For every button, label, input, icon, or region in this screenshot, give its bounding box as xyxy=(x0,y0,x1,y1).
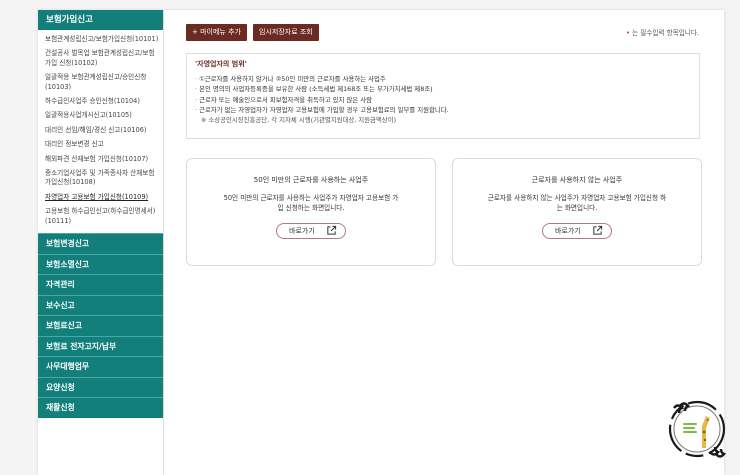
go-button-no-employees[interactable]: 바로가기 xyxy=(542,223,612,239)
sidebar-item[interactable]: 건설공사 벌목업 보험관계성립신고/보험가입 신청(10102) xyxy=(38,47,163,71)
main-content: + 마이메뉴 추가 임시저장자료 조회 • 는 필수입력 항목입니다. '자영업… xyxy=(178,10,724,475)
go-button-label: 바로가기 xyxy=(289,227,315,235)
sidebar-category[interactable]: 사무대행업무 xyxy=(38,356,163,377)
sidebar-item[interactable]: 일괄적용사업개시신고(10105) xyxy=(38,109,163,123)
page-container: 보험가입신고 보험관계성립신고/보험가입신청(10101) 건설공사 벌목업 보… xyxy=(38,10,724,475)
sidebar-category[interactable]: 보험변경신고 xyxy=(38,233,163,254)
sidebar-item-label: 보험관계성립신고/보험가입신청(10101) xyxy=(45,35,159,43)
card-description: 50인 미만의 근로자를 사용하는 사업주가 자영업자 고용보험 가입 신청하는… xyxy=(223,194,399,212)
sidebar-category[interactable]: 자격관리 xyxy=(38,274,163,295)
card-title: 근로자를 사용하지 않는 사업주 xyxy=(531,176,623,184)
required-star: • xyxy=(626,29,630,37)
required-notice: • 는 필수입력 항목입니다. xyxy=(626,27,699,37)
sidebar-header[interactable]: 보험가입신고 xyxy=(38,10,163,30)
sidebar-item[interactable]: 중소기업사업주 및 가족종사자 산재보험가입신청(10108) xyxy=(38,167,163,191)
sidebar-item-label: 자영업자 고용보험 가입신청(10109) xyxy=(45,192,149,201)
go-button-under-50[interactable]: 바로가기 xyxy=(276,223,346,239)
sidebar-item-label: 해외파견 산재보험 가입신청(10107) xyxy=(45,154,149,163)
sidebar-item[interactable]: 보험관계성립신고/보험가입신청(10101) xyxy=(38,33,163,47)
info-title: '자영업자의 범위' xyxy=(195,60,247,68)
sidebar-category[interactable]: 보수신고 xyxy=(38,294,163,316)
external-link-icon xyxy=(593,225,603,235)
sidebar-item-label: 일괄적용 보험관계성립신고/승인신청(10103) xyxy=(45,73,147,91)
option-card-under-50: 50인 미만의 근로자를 사용하는 사업주 50인 미만의 근로자를 사용하는 … xyxy=(186,158,436,266)
sidebar-category[interactable]: 보험료 전자고지/납부 xyxy=(38,335,163,357)
info-line: · 근로자 또는 예술인으로서 피보험자격을 취득하고 있지 않은 사람 xyxy=(195,95,373,104)
info-line-text: ①근로자를 사용하지 않거나 ②50인 미만의 근로자를 사용하는 사업주 xyxy=(199,75,386,83)
sidebar-category[interactable]: 보험소멸신고 xyxy=(38,253,163,275)
go-button-label: 바로가기 xyxy=(555,227,581,235)
sidebar-item-label: 대리인 선임/해임/경신 신고(10106) xyxy=(45,125,147,134)
external-link-icon xyxy=(327,225,337,235)
sidebar-item[interactable]: 대리인 정보변경 신고 xyxy=(38,138,163,152)
sidebar-item[interactable]: 고용보험 하수급인신고(하수급인명세서)(10111) xyxy=(38,205,163,229)
sidebar-item-label: 고용보험 하수급인신고(하수급인명세서)(10111) xyxy=(45,207,156,225)
option-card-no-employees: 근로자를 사용하지 않는 사업주 근로자를 사용하지 않는 사업주가 자영업자 … xyxy=(452,158,702,266)
required-notice-text: 는 필수입력 항목입니다. xyxy=(632,29,699,37)
sidebar-item-active[interactable]: 자영업자 고용보험 가입신청(10109) xyxy=(38,191,163,205)
info-note: ※ 소상공인시장진흥공단, 각 지자체 시행(기관별지원대상, 지원금액상이) xyxy=(201,116,397,125)
giraffe-mascot-logo xyxy=(668,400,727,458)
sidebar-item-label: 중소기업사업주 및 가족종사자 산재보험가입신청(10108) xyxy=(45,169,155,187)
sidebar-category[interactable]: 요양신청 xyxy=(38,376,163,398)
card-title: 50인 미만의 근로자를 사용하는 사업주 xyxy=(253,176,369,184)
info-line: · 본인 명의의 사업자등록증을 보유한 사람 (소득세법 제168조 또는 부… xyxy=(195,85,433,94)
screenshot-background: 보험가입신고 보험관계성립신고/보험가입신청(10101) 건설공사 벌목업 보… xyxy=(0,0,740,475)
info-box: '자영업자의 범위' · ①근로자를 사용하지 않거나 ②50인 미만의 근로자… xyxy=(186,53,700,139)
sidebar-item-label: 건설공사 벌목업 보험관계성립신고/보험가입 신청(10102) xyxy=(45,49,155,67)
info-line-text: 근로자 또는 예술인으로서 피보험자격을 취득하고 있지 않은 사람 xyxy=(199,95,373,104)
card-description: 근로자를 사용하지 않는 사업주가 자영업자 고용보험 가입신청 하는 화면입니… xyxy=(487,194,667,212)
add-my-menu-button[interactable]: + 마이메뉴 추가 xyxy=(186,24,247,41)
sidebar-category[interactable]: 보험료신고 xyxy=(38,315,163,336)
sidebar-item[interactable]: 해외파견 산재보험 가입신청(10107) xyxy=(38,153,163,167)
sidebar-item[interactable]: 대리인 선임/해임/경신 신고(10106) xyxy=(38,124,163,138)
sidebar-submenu: 보험관계성립신고/보험가입신청(10101) 건설공사 벌목업 보험관계성립신고… xyxy=(38,30,163,233)
sidebar-item[interactable]: 일괄적용 보험관계성립신고/승인신청(10103) xyxy=(38,71,163,95)
info-line-text: 근로자가 없는 자영업자가 자영업자 고용보험에 가입할 경우 고용보험료의 일… xyxy=(199,105,449,114)
info-line: · ①근로자를 사용하지 않거나 ②50인 미만의 근로자를 사용하는 사업주 xyxy=(195,75,386,83)
sidebar-category[interactable]: 재활신청 xyxy=(38,397,163,418)
info-line: · 근로자가 없는 자영업자가 자영업자 고용보험에 가입할 경우 고용보험료의… xyxy=(195,105,449,114)
temp-save-lookup-button[interactable]: 임시저장자료 조회 xyxy=(253,24,319,41)
sidebar-item[interactable]: 하수급인사업주 승인신청(10104) xyxy=(38,95,163,109)
sidebar-item-label: 대리인 정보변경 신고 xyxy=(45,140,104,149)
sidebar: 보험가입신고 보험관계성립신고/보험가입신청(10101) 건설공사 벌목업 보… xyxy=(38,10,164,475)
sidebar-item-label: 일괄적용사업개시신고(10105) xyxy=(45,111,132,120)
info-line-text: 본인 명의의 사업자등록증을 보유한 사람 (소득세법 제168조 또는 부가가… xyxy=(199,85,433,94)
sidebar-item-label: 하수급인사업주 승인신청(10104) xyxy=(45,97,140,106)
